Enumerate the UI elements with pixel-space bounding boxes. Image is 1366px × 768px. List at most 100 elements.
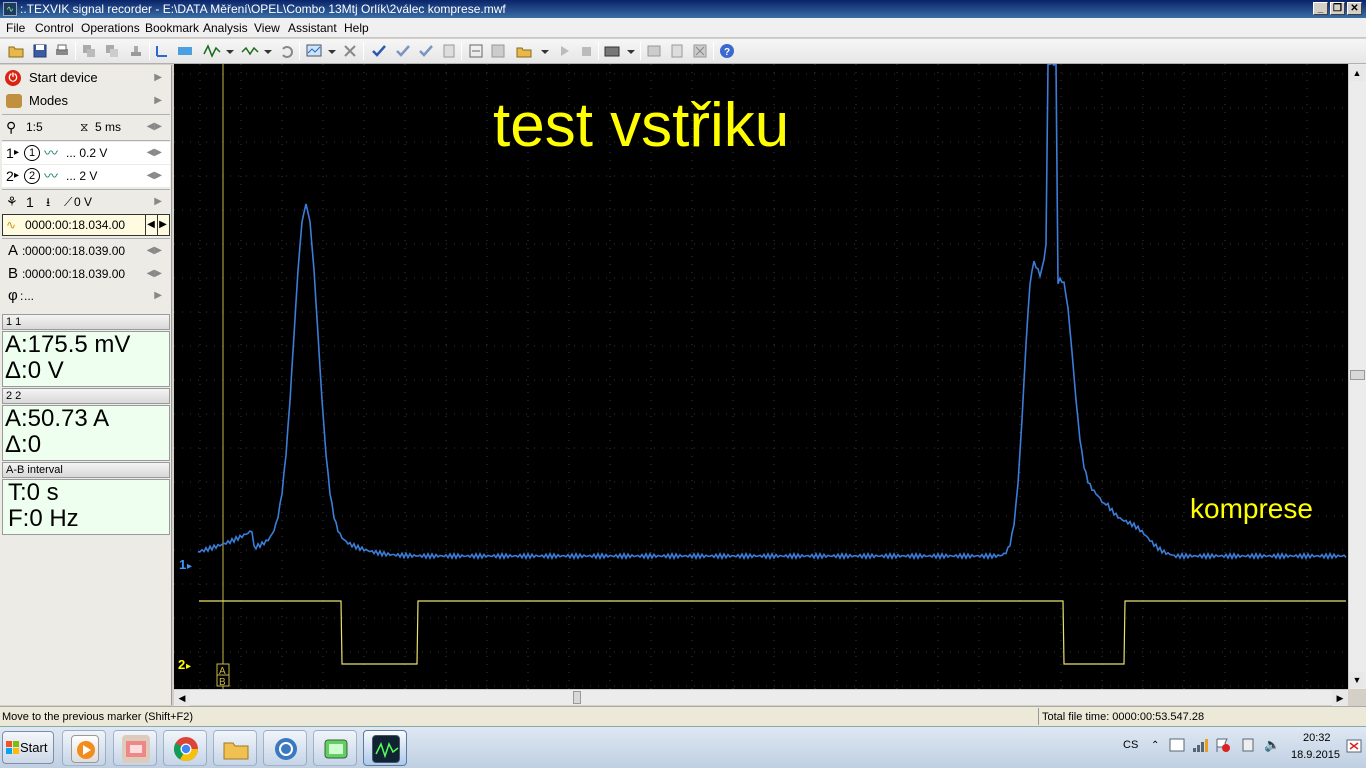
ch1-level-marker[interactable]: 1 [179,557,186,572]
close-button[interactable]: ✕ [1347,2,1362,15]
zoom-value: 1:5 [26,120,43,134]
taskbar-window-app[interactable] [313,730,357,766]
step-right-button[interactable]: ▶ [157,215,168,235]
chevron-right-icon: ▶ [154,95,162,106]
clock-time[interactable]: 20:32 [1303,732,1331,744]
horizontal-scroll-thumb[interactable] [573,691,581,704]
checkmark-icon[interactable] [370,42,388,60]
checkmark-up-icon[interactable] [417,42,435,60]
taskbar-explorer[interactable] [213,730,257,766]
trigger-row[interactable]: ⚘ 1 ⭳ ⟋ 0 V ▶ [2,191,170,213]
modes-item[interactable]: Modes ▶ [2,90,170,112]
arrow-right-icon: ▸ [14,147,20,158]
paste-icon[interactable] [103,42,121,60]
cursor-pair-icon[interactable] [176,42,194,60]
menu-control[interactable]: Control [35,21,74,35]
menu-operations[interactable]: Operations [81,21,140,35]
help-icon[interactable]: ? [718,42,736,60]
divider [2,114,170,115]
taskbar-chrome[interactable] [163,730,207,766]
scope-app-icon[interactable]: ∿ [3,2,17,16]
page-icon[interactable] [440,42,458,60]
vertical-scrollbar[interactable]: ▲ ▼ [1348,64,1366,689]
waveform-mode-2-icon[interactable] [241,42,259,60]
settings-cursor-icon[interactable] [489,42,507,60]
clock-date[interactable]: 18.9.2015 [1291,749,1340,761]
keyboard-icon[interactable] [603,42,621,60]
time-position-field[interactable]: ∿ 0000:00:18.034.00 ◀ ▶ [2,214,170,236]
channel-2-row[interactable]: 2 ▸ 2 〰 ... 2 V ◀▶ [2,165,170,187]
channel-1-row[interactable]: 1 ▸ 1 〰 ... 0.2 V ◀▶ [2,142,170,164]
chevron-down-icon[interactable] [323,42,336,60]
chevron-down-icon[interactable] [221,42,234,60]
stamp-icon[interactable] [127,42,145,60]
zoom-signal-icon[interactable] [305,42,323,60]
zoom-timebase-row[interactable]: ⚲ 1:5 ⧖ 5 ms ◀▶ [2,116,170,138]
horizontal-scrollbar[interactable]: ◀ ▶ [174,689,1348,706]
start-device-item[interactable]: ⏻ Start device ▶ [2,67,170,89]
taskbar-texvik-recorder[interactable] [363,730,407,766]
chevron-down-icon[interactable] [259,42,272,60]
arrow-right-icon: ▸ [14,170,20,181]
step-left-button[interactable]: ◀ [145,215,156,235]
waveform-mode-icon[interactable] [203,42,221,60]
document-icon[interactable] [668,42,686,60]
menu-file[interactable]: File [6,21,25,35]
menu-view[interactable]: View [254,21,280,35]
taskbar-media-player[interactable] [62,730,106,766]
clear-icon[interactable] [691,42,709,60]
taskbar-tools-app[interactable] [113,730,157,766]
checkmark-down-icon[interactable] [394,42,412,60]
menu-analysis[interactable]: Analysis [203,21,248,35]
action-center-icon[interactable] [1169,738,1185,755]
print-icon[interactable] [53,42,71,60]
scroll-right-arrow-icon[interactable]: ▶ [1332,690,1348,706]
ch2-delta-value: Δ:0 [5,431,42,458]
chart-view-icon[interactable] [645,42,663,60]
minimize-button[interactable]: _ [1313,2,1328,15]
signal-icon: 〰 [44,168,58,184]
media-player-icon [71,735,99,763]
notification-icon[interactable] [1346,739,1362,756]
menu-bookmark[interactable]: Bookmark [145,21,199,35]
menu-help[interactable]: Help [344,21,369,35]
vertical-scroll-thumb[interactable] [1350,370,1365,380]
marker-a-row[interactable]: A : 0000:00:18.039.00 ◀▶ [2,240,170,262]
cursor-measure-icon[interactable] [153,42,171,60]
phase-row[interactable]: φ : ... ▶ [2,285,170,307]
chevron-down-icon[interactable] [622,42,635,60]
scroll-left-arrow-icon[interactable]: ◀ [174,690,190,706]
open-marker-icon[interactable] [515,42,533,60]
ch2-measure-header: 2 2 [2,388,170,404]
fit-view-icon[interactable] [467,42,485,60]
oscilloscope-display[interactable]: test vstřiku komprese 1 ▸ 2 ▸ A B [174,64,1348,689]
menu-assistant[interactable]: Assistant [288,21,337,35]
toolbar-separator [598,42,599,60]
volume-icon[interactable]: 🔈 [1264,737,1280,753]
show-hidden-icons-icon[interactable]: ⌃ [1151,740,1159,751]
copy-icon[interactable] [80,42,98,60]
open-folder-icon[interactable] [7,42,25,60]
stop-markers-icon[interactable] [577,42,595,60]
undo-icon[interactable] [278,42,296,60]
device-icon[interactable] [1240,738,1256,755]
ch2-level-marker[interactable]: 2 [178,657,185,672]
windows-logo-icon [6,741,19,754]
language-indicator[interactable]: CS [1123,739,1138,751]
restore-button[interactable]: ❐ [1330,2,1345,15]
annotation-komprese: komprese [1190,493,1313,524]
network-signal-icon[interactable] [1192,738,1208,755]
taskbar-network-app[interactable] [263,730,307,766]
menu-bar: File Control Operations Bookmark Analysi… [0,18,1366,38]
chevron-down-icon[interactable] [536,42,549,60]
power-icon: ⏻ [5,70,21,86]
flag-alert-icon[interactable] [1215,738,1231,755]
marker-b-row[interactable]: B : 0000:00:18.039.00 ◀▶ [2,263,170,285]
save-icon[interactable] [31,42,49,60]
ch1-a-value: A:175.5 mV [5,331,131,358]
start-button[interactable]: Start [2,731,54,764]
delete-signal-icon[interactable] [341,42,359,60]
scroll-down-arrow-icon[interactable]: ▼ [1349,672,1365,688]
play-markers-icon[interactable] [555,42,573,60]
scroll-up-arrow-icon[interactable]: ▲ [1349,65,1365,81]
